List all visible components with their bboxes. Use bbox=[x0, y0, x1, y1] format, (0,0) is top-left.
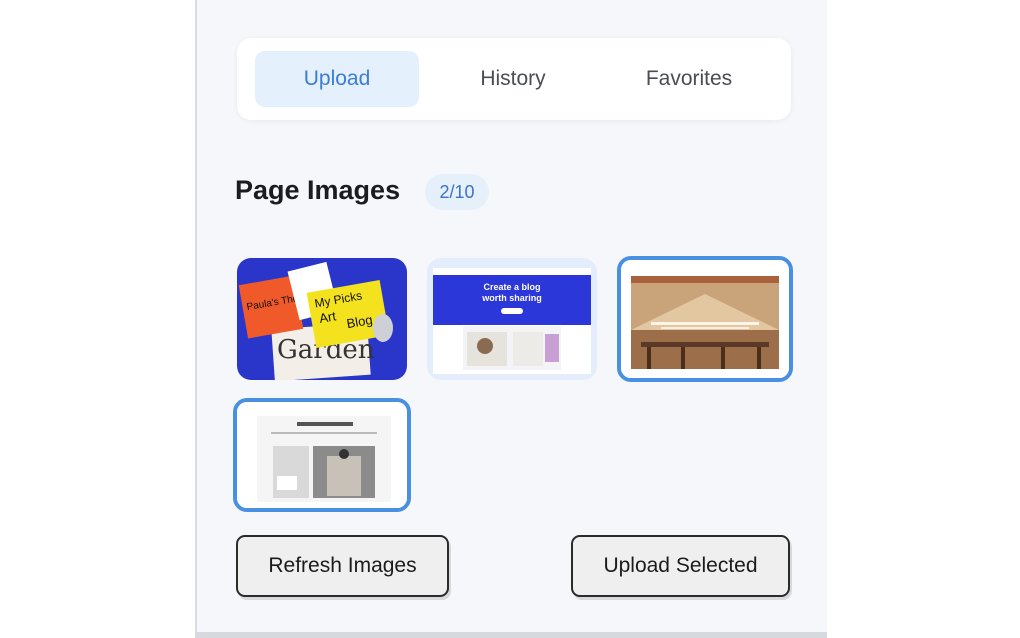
screen: Upload History Favorites Page Images 2/1… bbox=[0, 0, 1020, 638]
selection-count-badge: 2/10 bbox=[425, 174, 489, 210]
image-thumbnail-create-blog[interactable]: Create a blog worth sharing bbox=[427, 258, 597, 380]
tab-bar: Upload History Favorites bbox=[237, 38, 791, 120]
tab-history[interactable]: History bbox=[431, 51, 595, 107]
tab-favorites[interactable]: Favorites bbox=[607, 51, 771, 107]
art-blog-image: Garden Paula's Thoughts My Picks Art Blo… bbox=[237, 258, 407, 380]
tab-upload[interactable]: Upload bbox=[255, 51, 419, 107]
image-thumbnail-interior-blog[interactable] bbox=[233, 398, 411, 512]
upload-selected-button[interactable]: Upload Selected bbox=[571, 535, 790, 597]
thumb-create-text: Create a blog bbox=[483, 282, 540, 292]
interior-blog-image bbox=[237, 402, 407, 508]
panel-bottom-edge bbox=[195, 632, 827, 638]
create-blog-image: Create a blog worth sharing bbox=[433, 268, 591, 374]
refresh-images-button[interactable]: Refresh Images bbox=[236, 535, 449, 597]
thumb-art-text: Art bbox=[318, 308, 337, 326]
page-images-title: Page Images bbox=[235, 175, 401, 205]
upload-panel: Upload History Favorites Page Images 2/1… bbox=[195, 0, 827, 638]
image-thumbnail-tent-resort[interactable] bbox=[617, 256, 793, 382]
thumb-worth-text: worth sharing bbox=[481, 293, 542, 303]
image-thumbnail-art-blog[interactable]: Garden Paula's Thoughts My Picks Art Blo… bbox=[237, 258, 407, 380]
tent-resort-image bbox=[621, 260, 789, 378]
